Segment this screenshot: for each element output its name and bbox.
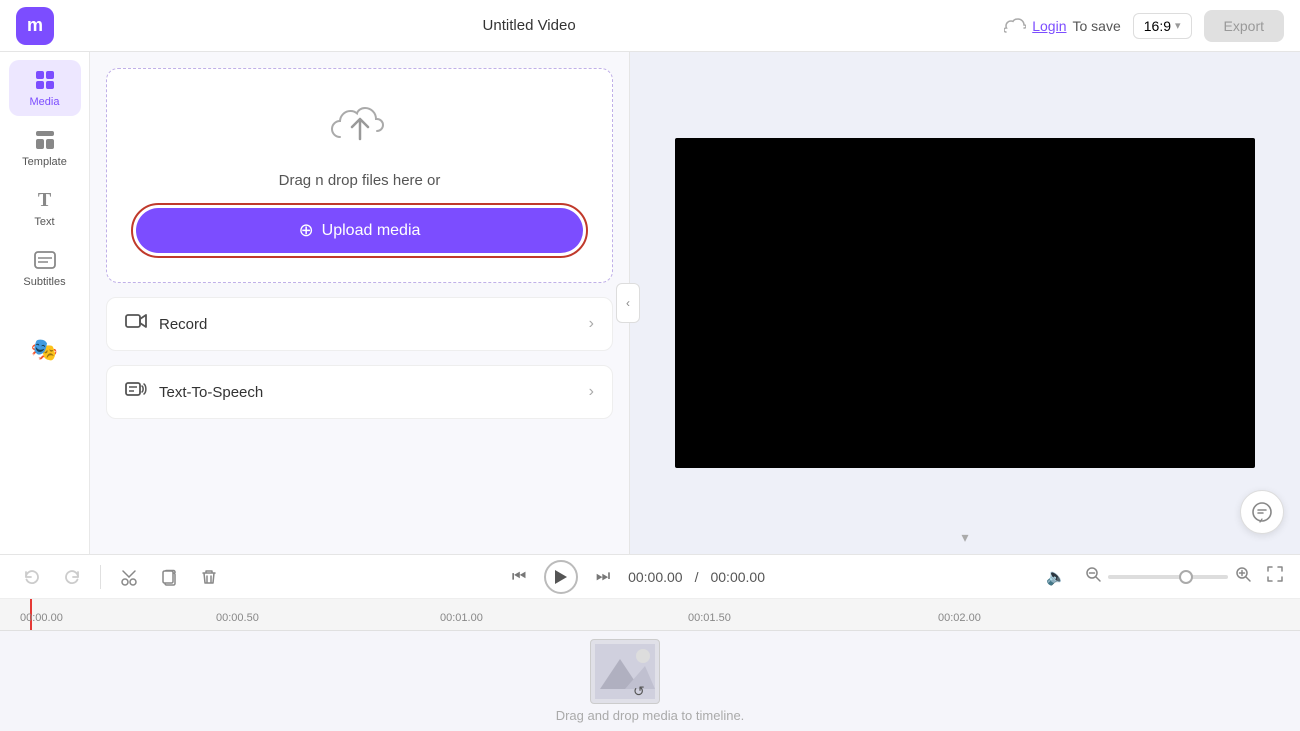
redo-button[interactable]: [56, 561, 88, 593]
zoom-out-icon[interactable]: [1084, 565, 1102, 588]
bottom-area: ⏮ ⏭ 00:00.00 / 00:00.00 🔈 0: [0, 554, 1300, 731]
media-panel: Drag n drop files here or ⊕ Upload media…: [90, 52, 630, 554]
drag-drop-text: Drag n drop files here or: [279, 172, 441, 189]
cloud-save-icon: [1004, 18, 1026, 34]
current-time: 00:00.00: [628, 569, 683, 585]
ruler-label-3: 00:01.50: [688, 612, 731, 624]
upload-btn-label: Upload media: [322, 222, 421, 240]
login-link[interactable]: Login: [1032, 18, 1066, 34]
playback-controls-bar: ⏮ ⏭ 00:00.00 / 00:00.00 🔈: [0, 555, 1300, 599]
preview-area: ‹ ▾: [630, 52, 1300, 554]
aspect-ratio-selector[interactable]: 16:9 ▾: [1133, 13, 1192, 39]
sidebar-item-label-template: Template: [22, 156, 67, 168]
ruler-label-4: 00:02.00: [938, 612, 981, 624]
sidebar-item-effects[interactable]: 🎭: [9, 330, 81, 370]
timeline-ruler: 00:00.00 00:00.50 00:01.00 00:01.50 00:0…: [0, 599, 1300, 631]
text-icon: T: [33, 188, 57, 212]
tts-icon: [125, 380, 147, 404]
svg-text:↺: ↺: [633, 683, 645, 699]
video-canvas-area: ▾: [630, 52, 1300, 554]
ruler-label-1: 00:00.50: [216, 612, 259, 624]
expand-icon[interactable]: [1266, 565, 1284, 588]
skip-forward-button[interactable]: ⏭: [590, 564, 616, 590]
play-button[interactable]: [544, 560, 578, 594]
main-layout: Media Template T Text: [0, 52, 1300, 554]
record-row[interactable]: Record ›: [106, 297, 613, 351]
chevron-right-icon-record: ›: [589, 315, 594, 333]
record-label: Record: [159, 316, 207, 333]
sidebar-item-text[interactable]: T Text: [9, 180, 81, 236]
skip-back-button[interactable]: ⏮: [506, 564, 532, 590]
panel-collapse-toggle[interactable]: ‹: [616, 283, 640, 323]
plus-circle-icon: ⊕: [299, 220, 314, 241]
app-logo[interactable]: m: [16, 7, 54, 45]
zoom-in-icon[interactable]: [1234, 565, 1252, 588]
subtitles-icon: [33, 248, 57, 272]
topbar-login-area: Login To save: [1004, 18, 1121, 34]
upload-btn-wrapper: ⊕ Upload media: [131, 203, 588, 258]
sidebar-item-label-media: Media: [30, 96, 60, 108]
upload-area: Drag n drop files here or ⊕ Upload media: [106, 68, 613, 283]
timeline-drop-text: Drag and drop media to timeline.: [556, 708, 745, 723]
toolbar-separator-1: [100, 565, 101, 589]
tts-row[interactable]: Text-To-Speech ›: [106, 365, 613, 419]
ruler-label-0: 00:00.00: [20, 612, 63, 624]
sidebar-item-subtitles[interactable]: Subtitles: [9, 240, 81, 296]
sidebar-item-label-text: Text: [34, 216, 54, 228]
cut-button[interactable]: [113, 561, 145, 593]
ruler-tick-area: 00:00.00 00:00.50 00:01.00 00:01.50 00:0…: [0, 599, 1300, 630]
collapse-icon: ‹: [626, 296, 630, 310]
delete-button[interactable]: [193, 561, 225, 593]
aspect-ratio-value: 16:9: [1144, 18, 1171, 34]
chevron-down-icon: ▾: [1175, 19, 1181, 32]
sidebar-item-media[interactable]: Media: [9, 60, 81, 116]
sidebar-item-label-subtitles: Subtitles: [23, 276, 65, 288]
volume-icon[interactable]: 🔈: [1046, 567, 1066, 587]
zoom-slider-thumb[interactable]: [1179, 570, 1193, 584]
tts-label: Text-To-Speech: [159, 384, 263, 401]
export-button[interactable]: Export: [1204, 10, 1284, 42]
chat-float-button[interactable]: [1240, 490, 1284, 534]
scroll-down-indicator: ▾: [961, 529, 968, 546]
sidebar: Media Template T Text: [0, 52, 90, 554]
login-suffix: To save: [1073, 18, 1121, 34]
timeline-track[interactable]: ↺ Drag and drop media to timeline.: [0, 631, 1300, 731]
timeline-thumbnail: ↺: [590, 639, 660, 704]
ruler-label-2: 00:01.00: [440, 612, 483, 624]
record-icon: [125, 312, 147, 336]
media-icon: [33, 68, 57, 92]
total-time: 00:00.00: [710, 569, 765, 585]
chevron-right-icon-tts: ›: [589, 383, 594, 401]
video-preview-screen: [675, 138, 1255, 468]
template-icon: [33, 128, 57, 152]
video-title: Untitled Video: [483, 17, 576, 34]
topbar-title: Untitled Video: [66, 17, 992, 34]
time-separator: /: [695, 569, 699, 585]
cloud-upload-icon: [330, 101, 390, 158]
undo-button[interactable]: [16, 561, 48, 593]
copy-button[interactable]: [153, 561, 185, 593]
effects-icon: 🎭: [33, 338, 57, 362]
sidebar-item-template[interactable]: Template: [9, 120, 81, 176]
topbar: m Untitled Video Login To save 16:9 ▾ Ex…: [0, 0, 1300, 52]
upload-media-button[interactable]: ⊕ Upload media: [136, 208, 583, 253]
zoom-slider[interactable]: [1108, 575, 1228, 579]
